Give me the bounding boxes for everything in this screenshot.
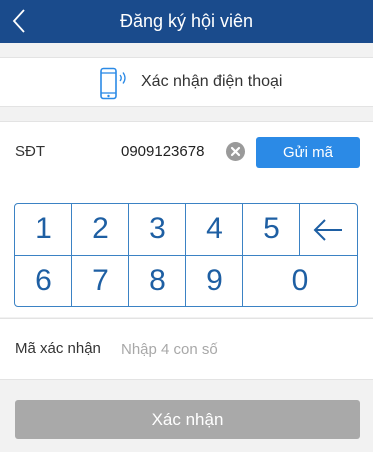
verification-code-row: Mã xác nhận: [0, 318, 373, 380]
close-circle-icon: [230, 146, 241, 157]
keypad-divider: [128, 204, 129, 306]
keypad-divider: [242, 204, 243, 306]
smartphone-icon: [100, 67, 126, 100]
backspace-key[interactable]: [300, 204, 357, 256]
key-8[interactable]: 8: [129, 256, 186, 306]
keypad-area: 1 2 3 4 5 6 7 8 9 0: [0, 182, 373, 317]
verification-code-input[interactable]: [118, 334, 354, 364]
key-6[interactable]: 6: [15, 256, 72, 306]
clear-phone-button[interactable]: [226, 142, 245, 161]
key-2[interactable]: 2: [72, 204, 129, 256]
phone-verify-banner: Xác nhận điện thoại: [0, 57, 373, 107]
keypad-divider: [15, 255, 357, 256]
key-5[interactable]: 5: [243, 204, 300, 256]
key-7[interactable]: 7: [72, 256, 129, 306]
keypad-divider: [299, 204, 300, 256]
confirm-button[interactable]: Xác nhận: [15, 400, 360, 439]
key-3[interactable]: 3: [129, 204, 186, 256]
phone-verify-label: Xác nhận điện thoại: [141, 73, 283, 90]
code-label: Mã xác nhận: [15, 340, 101, 357]
keypad-divider: [185, 204, 186, 306]
app-header: Đăng ký hội viên: [0, 0, 373, 43]
phone-number-row: SĐT 0909123678 Gửi mã: [0, 121, 373, 183]
send-code-button[interactable]: Gửi mã: [256, 137, 360, 168]
key-0[interactable]: 0: [243, 256, 357, 306]
key-9[interactable]: 9: [186, 256, 243, 306]
phone-number-value[interactable]: 0909123678: [121, 122, 204, 182]
phone-label: SĐT: [15, 143, 45, 160]
page-title: Đăng ký hội viên: [119, 11, 254, 31]
keypad-divider: [71, 204, 72, 306]
key-4[interactable]: 4: [186, 204, 243, 256]
key-1[interactable]: 1: [15, 204, 72, 256]
numeric-keypad: 1 2 3 4 5 6 7 8 9 0: [14, 203, 358, 307]
arrow-left-icon: [313, 219, 342, 241]
